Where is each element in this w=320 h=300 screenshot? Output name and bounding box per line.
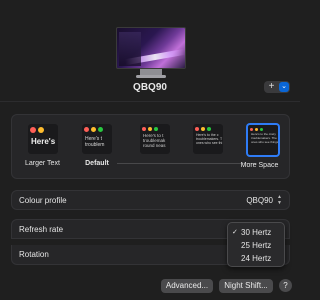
resolution-preview: Here's [28, 124, 58, 154]
display-image [116, 27, 186, 78]
night-shift-button[interactable]: Night Shift... [219, 279, 273, 293]
colour-profile-label: Colour profile [19, 196, 67, 205]
section-divider [0, 101, 300, 102]
chevron-down-icon: ⌄ [279, 82, 289, 92]
menu-item-label: 24 Hertz [241, 254, 272, 263]
help-button[interactable]: ? [279, 279, 292, 292]
checkmark-icon: ✓ [232, 229, 238, 236]
menu-item-label: 30 Hertz [241, 228, 272, 237]
resolution-option-more-space[interactable]: Here's to the crazy troublemakers. The o… [240, 124, 279, 169]
resolution-label: Larger Text [25, 160, 60, 167]
advanced-button[interactable]: Advanced... [161, 279, 213, 293]
refresh-rate-label: Refresh rate [19, 225, 64, 234]
updown-chevron-icon: ▲ ▼ [277, 194, 282, 206]
preview-text-line: ones who see thi [196, 141, 223, 145]
resolution-panel: Here's Larger Text Here's t troublem Def… [11, 114, 290, 179]
preview-text-line: round neas [143, 143, 166, 148]
resolution-option-4[interactable]: Here's to the c troublemakers. T ones wh… [193, 124, 223, 154]
preview-text-line: ones who see things [251, 140, 279, 144]
plus-icon: + [268, 81, 275, 92]
resolution-preview: Here's to the c troublemakers. T ones wh… [193, 124, 223, 154]
resolution-label: More Space [240, 162, 279, 169]
display-wallpaper [116, 27, 186, 69]
menu-item-30-hertz[interactable]: ✓ 30 Hertz [228, 226, 284, 239]
preview-text: Here's [31, 137, 56, 146]
menu-item-label: 25 Hertz [241, 241, 272, 250]
resolution-option-3[interactable]: Here's to t troublemak round neas [140, 124, 170, 154]
resolution-preview: Here's to the crazy troublemakers. The o… [247, 124, 279, 156]
add-display-button[interactable]: + ⌄ [264, 81, 290, 93]
preview-text-line: troublem [85, 142, 105, 148]
resolution-option-default[interactable]: Here's t troublem Default [82, 124, 112, 167]
resolution-slider-track [117, 163, 257, 164]
resolution-preview: Here's to t troublemak round neas [140, 124, 170, 154]
colour-profile-value[interactable]: QBQ90 [246, 196, 273, 205]
refresh-rate-menu: ✓ 30 Hertz 25 Hertz 24 Hertz [227, 222, 285, 267]
menu-item-24-hertz[interactable]: 24 Hertz [228, 252, 284, 265]
rotation-label: Rotation [19, 250, 49, 259]
display-stand-base [136, 75, 166, 78]
resolution-label: Default [85, 160, 109, 167]
colour-profile-row[interactable]: Colour profile QBQ90 ▲ ▼ [11, 190, 290, 210]
resolution-option-larger-text[interactable]: Here's Larger Text [25, 124, 60, 167]
menu-item-25-hertz[interactable]: 25 Hertz [228, 239, 284, 252]
display-name: QBQ90 [133, 82, 167, 93]
resolution-preview: Here's t troublem [82, 124, 112, 154]
